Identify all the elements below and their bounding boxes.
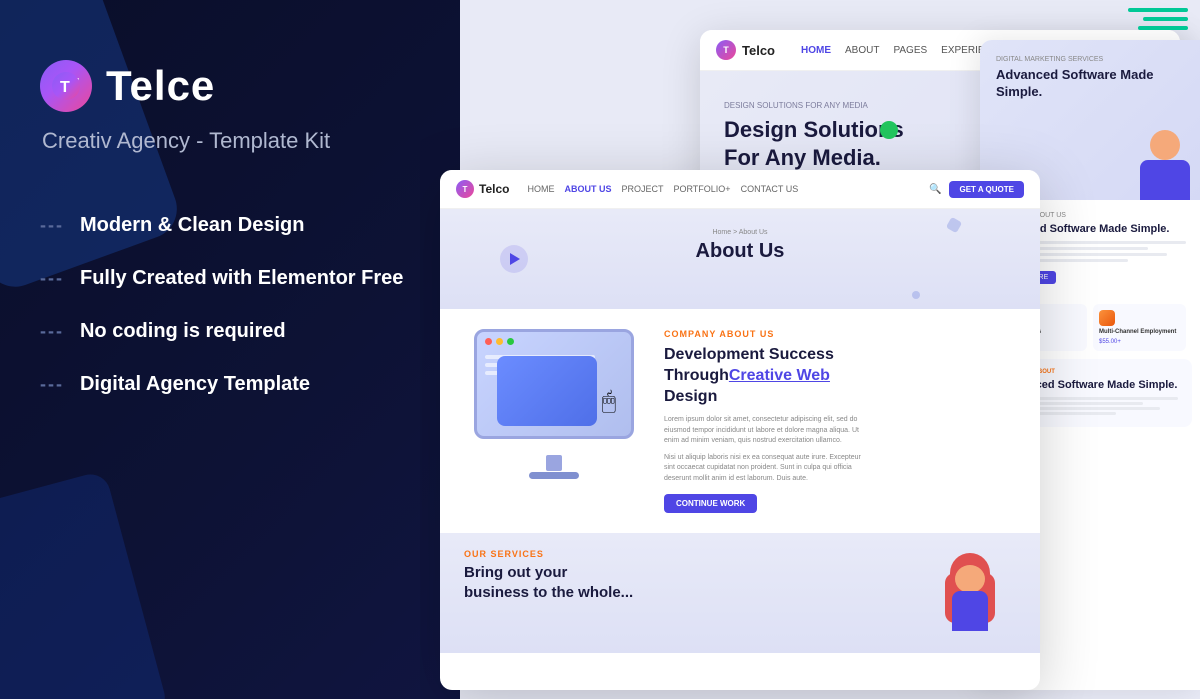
strip-person-body: [1140, 160, 1190, 200]
right-panel: T Telco HOME ABOUT PAGES EXPERIENCE CONT…: [420, 0, 1200, 699]
right-strip-label: DIGITAL MARKETING SERVICES: [996, 56, 1184, 63]
brand-tagline: Creativ Agency - Template Kit: [42, 128, 420, 154]
dash-icon: ---: [40, 268, 64, 289]
back-logo-text: Telco: [742, 43, 775, 58]
left-panel: T ✦ ✦ T Telce Creativ Agency - Template …: [0, 0, 460, 699]
back-logo: T Telco: [716, 40, 775, 60]
section-desc-2: Nisi ut aliquip laboris nisi ex ea conse…: [664, 453, 1016, 485]
back-nav-home: HOME: [801, 45, 831, 56]
cta-button[interactable]: GET A QUOTE: [949, 181, 1024, 198]
strip-person-head: [1150, 130, 1180, 160]
svc-price-2: $55.00+: [1099, 339, 1180, 345]
back-nav-pages: PAGES: [893, 45, 927, 56]
svc-icon-2: [1099, 310, 1115, 326]
front-logo-icon: T: [456, 180, 474, 198]
front-nav-project: PROJECT: [621, 184, 663, 194]
dash-icon: ---: [40, 374, 64, 395]
front-screenshot-header: T Telco HOME ABOUT US PROJECT PORTFOLIO+…: [440, 170, 1040, 209]
brand-name: Telce: [106, 62, 215, 110]
back-nav-about: ABOUT: [845, 45, 879, 56]
list-item: --- Digital Agency Template: [40, 373, 420, 396]
right-svc-2: Multi-Channel Employment $55.00+: [1093, 304, 1186, 351]
front-nav-about: ABOUT US: [564, 184, 611, 194]
dot-red: [485, 338, 492, 345]
monitor-folder-shape: [497, 356, 597, 426]
stripe-3: [1138, 26, 1188, 30]
front-nav: HOME ABOUT US PROJECT PORTFOLIO+ CONTACT…: [527, 184, 919, 194]
front-content: 🖱 COMPANY ABOUT US Development SuccessTh…: [440, 309, 1040, 533]
deco-shape-2: [912, 291, 920, 299]
section-desc: Lorem ipsum dolor sit amet, consectetur …: [664, 415, 1016, 447]
brand-logo-icon: T ✦ ✦ T: [40, 60, 92, 112]
svc-title-2: Multi-Channel Employment: [1099, 329, 1180, 337]
play-button[interactable]: [500, 245, 528, 273]
stripe-1: [1128, 8, 1188, 12]
dash-icon: ---: [40, 321, 64, 342]
breadcrumb: Home > About Us: [464, 229, 1016, 236]
list-item: --- Fully Created with Elementor Free: [40, 267, 420, 290]
feature-list: --- Modern & Clean Design --- Fully Crea…: [40, 214, 420, 396]
front-nav-portfolio: PORTFOLIO+: [673, 184, 730, 194]
back-logo-icon: T: [716, 40, 736, 60]
monitor-illustration: 🖱: [464, 329, 644, 489]
front-hero: Home > About Us About Us: [440, 209, 1040, 309]
logo-row: T ✦ ✦ T Telce: [40, 60, 420, 112]
feature-elementor-label: Fully Created with Elementor Free: [80, 267, 403, 290]
dot-yellow: [496, 338, 503, 345]
front-logo: T Telco: [456, 180, 509, 198]
monitor-dots: [477, 332, 631, 351]
search-icon[interactable]: 🔍: [929, 184, 941, 195]
dash-icon: ---: [40, 215, 64, 236]
girl-body: [952, 591, 988, 631]
list-item: --- Modern & Clean Design: [40, 214, 420, 237]
front-hero-title: About Us: [464, 240, 1016, 263]
section-title: Development SuccessThroughCreative WebDe…: [664, 345, 1016, 407]
dot-green: [507, 338, 514, 345]
learn-more-button[interactable]: CONTINUE WORK: [664, 494, 757, 513]
feature-modern-label: Modern & Clean Design: [80, 214, 304, 237]
feature-nocoding-label: No coding is required: [80, 320, 286, 343]
section-label: COMPANY ABOUT US: [664, 329, 1016, 339]
front-nav-right: 🔍 GET A QUOTE: [929, 181, 1024, 198]
bottom-section-title: Bring out yourbusiness to the whole...: [464, 563, 1016, 602]
front-nav-contact: CONTACT US: [741, 184, 799, 194]
girl-character: [940, 553, 1000, 653]
decorative-stripes: [1120, 0, 1200, 40]
monitor-stand: [546, 455, 562, 471]
front-nav-home: HOME: [527, 184, 554, 194]
list-item: --- No coding is required: [40, 320, 420, 343]
feature-digital-label: Digital Agency Template: [80, 373, 310, 396]
monitor-screen: 🖱: [474, 329, 634, 439]
monitor-base: [529, 472, 579, 479]
screenshot-front: T Telco HOME ABOUT US PROJECT PORTFOLIO+…: [440, 170, 1040, 690]
front-logo-text: Telco: [479, 182, 509, 196]
right-strip-title: Advanced Software Made Simple.: [996, 67, 1184, 101]
back-hero-eyebrow: DESIGN SOLUTIONS FOR ANY MEDIA: [724, 101, 924, 110]
front-text-content: COMPANY ABOUT US Development SuccessThro…: [664, 329, 1016, 513]
stripe-2: [1143, 17, 1188, 21]
bottom-section-label: OUR SERVICES: [464, 549, 1016, 559]
right-strip-person: [1140, 130, 1190, 200]
green-dot-decoration: [880, 121, 898, 139]
front-bottom: OUR SERVICES Bring out yourbusiness to t…: [440, 533, 1040, 653]
cursor-icon: 🖱: [602, 388, 616, 416]
